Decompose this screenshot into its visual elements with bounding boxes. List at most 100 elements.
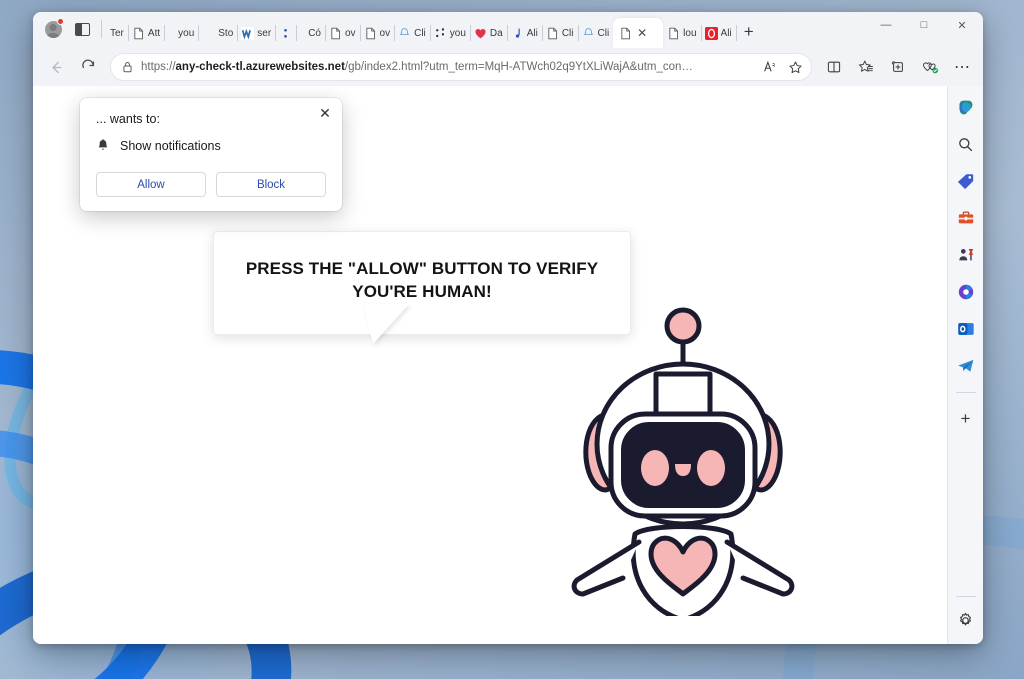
tab-list: Ter Att you Sto ser Có ov ov Cli you Da … [106, 12, 867, 48]
refresh-arrow-icon [81, 59, 94, 68]
sidebar-item-search[interactable] [952, 130, 980, 158]
tab-item[interactable]: Ali [507, 18, 543, 48]
address-bar[interactable]: https://any-check-tl.azurewebsites.net/g… [110, 53, 812, 81]
new-tab-button[interactable]: + [736, 19, 762, 45]
dots-scatter-icon [435, 27, 444, 37]
sidebar-bottom [952, 593, 980, 634]
profile-alert-badge [57, 18, 64, 25]
collections-icon [891, 61, 903, 72]
tab-item[interactable]: lou [663, 18, 702, 48]
tab-item-active[interactable]: ✕ [613, 18, 664, 48]
settings-gear-icon [960, 612, 971, 625]
tab-label: Sto [218, 27, 234, 39]
heart-icon [475, 28, 486, 38]
tab-label: Cli [414, 27, 426, 39]
tab-item[interactable]: you [164, 18, 200, 48]
tab-item[interactable]: Att [128, 18, 166, 48]
sidebar-item-shopping[interactable] [952, 167, 980, 195]
tab-label: ov [379, 27, 391, 39]
tab-label: you [449, 27, 466, 39]
opera-icon [704, 26, 718, 40]
tab-item[interactable]: Ter [106, 18, 129, 48]
maximize-button[interactable]: □ [905, 12, 943, 38]
sidebar-item-games[interactable] [952, 241, 980, 269]
copilot-icon [959, 100, 973, 114]
settings-and-more-button[interactable]: ⋯ [947, 52, 977, 82]
tab-item[interactable]: Có [296, 18, 326, 48]
dialog-buttons: Allow Block [96, 172, 326, 197]
add-favorite-button[interactable] [783, 52, 807, 82]
block-button[interactable]: Block [216, 172, 326, 197]
page-icon [548, 27, 557, 39]
music-note-icon [515, 28, 520, 38]
tab-item[interactable]: ser [237, 18, 277, 48]
url-text: https://any-check-tl.azurewebsites.net/g… [141, 61, 759, 73]
speech-bubble-line1: PRESS THE "ALLOW" BUTTON TO VERIFY [245, 259, 599, 278]
tab-item[interactable] [275, 18, 298, 48]
tab-label: ser [257, 27, 272, 39]
tools-briefcase-icon [958, 211, 973, 224]
allow-button[interactable]: Allow [96, 172, 206, 197]
tab-item[interactable]: Sto [198, 18, 239, 48]
speech-bubble-line2: YOU'RE HUMAN! [352, 281, 492, 301]
tab-item[interactable]: Cli [578, 18, 614, 48]
tab-label: ov [344, 27, 356, 39]
shopping-tag-icon [957, 174, 973, 190]
sidebar-divider [955, 392, 976, 393]
tab-item[interactable]: Cli [394, 18, 431, 48]
lock-icon [123, 62, 132, 73]
page-icon [331, 27, 340, 39]
tab-label: lou [683, 27, 697, 39]
robot-mascot [571, 307, 795, 616]
sidebar-item-outlook[interactable] [952, 315, 980, 343]
browser-essentials-button[interactable] [915, 52, 945, 82]
close-button[interactable]: ✕ [943, 12, 981, 38]
tab-item[interactable]: you [430, 18, 472, 48]
tab-close-button[interactable]: ✕ [635, 26, 649, 40]
tab-label: you [178, 27, 195, 39]
refresh-button[interactable] [73, 52, 103, 82]
sidebar-item-telegram[interactable] [952, 352, 980, 380]
collections-button[interactable] [883, 52, 913, 82]
permission-request-label: Show notifications [120, 139, 221, 153]
favorites-button[interactable] [851, 52, 881, 82]
tab-item[interactable]: Ali [701, 18, 737, 48]
tab-item[interactable]: ov [360, 18, 395, 48]
tab-item[interactable]: Da [470, 18, 508, 48]
sidebar-item-microsoft365[interactable] [952, 278, 980, 306]
permission-request-row: Show notifications [96, 138, 326, 154]
tab-label: Cli [597, 27, 610, 39]
tab-actions-button[interactable] [69, 16, 95, 42]
desktop-wallpaper: Ter Att you Sto ser Có ov ov Cli you Da … [0, 0, 1024, 679]
read-aloud-icon [764, 60, 775, 72]
sidebar-add-button[interactable]: + [952, 405, 980, 433]
bell-icon [98, 139, 108, 150]
tab-label: Ter [110, 27, 124, 39]
tab-label: Att [147, 27, 161, 39]
tab-label: Ali [526, 27, 538, 39]
sidebar-item-copilot[interactable] [952, 93, 980, 121]
sidebar-item-tools[interactable] [952, 204, 980, 232]
dots-vertical-icon [284, 28, 287, 38]
window-controls: — □ ✕ [867, 12, 981, 48]
back-button[interactable] [41, 52, 71, 82]
url-prefix: https:// [141, 61, 176, 73]
profile-avatar-button[interactable] [39, 15, 67, 43]
microsoft365-icon [958, 284, 973, 300]
tab-label: Có [308, 27, 321, 39]
tab-label: Da [489, 27, 503, 39]
dialog-close-button[interactable]: ✕ [317, 105, 333, 121]
page-icon [669, 27, 679, 39]
read-aloud-button[interactable] [759, 52, 783, 82]
split-screen-button[interactable] [819, 52, 849, 82]
tab-strip: Ter Att you Sto ser Có ov ov Cli you Da … [33, 12, 983, 48]
tab-item[interactable]: ov [325, 18, 361, 48]
tab-item[interactable]: Cli [542, 18, 579, 48]
dialog-title: ... wants to: [96, 112, 160, 126]
outlook-icon [957, 323, 974, 335]
vertical-tabs-icon [74, 22, 90, 36]
bell-icon [583, 27, 593, 35]
sidebar-settings-button[interactable] [952, 606, 980, 634]
bell-icon [399, 27, 410, 35]
minimize-button[interactable]: — [867, 12, 905, 38]
